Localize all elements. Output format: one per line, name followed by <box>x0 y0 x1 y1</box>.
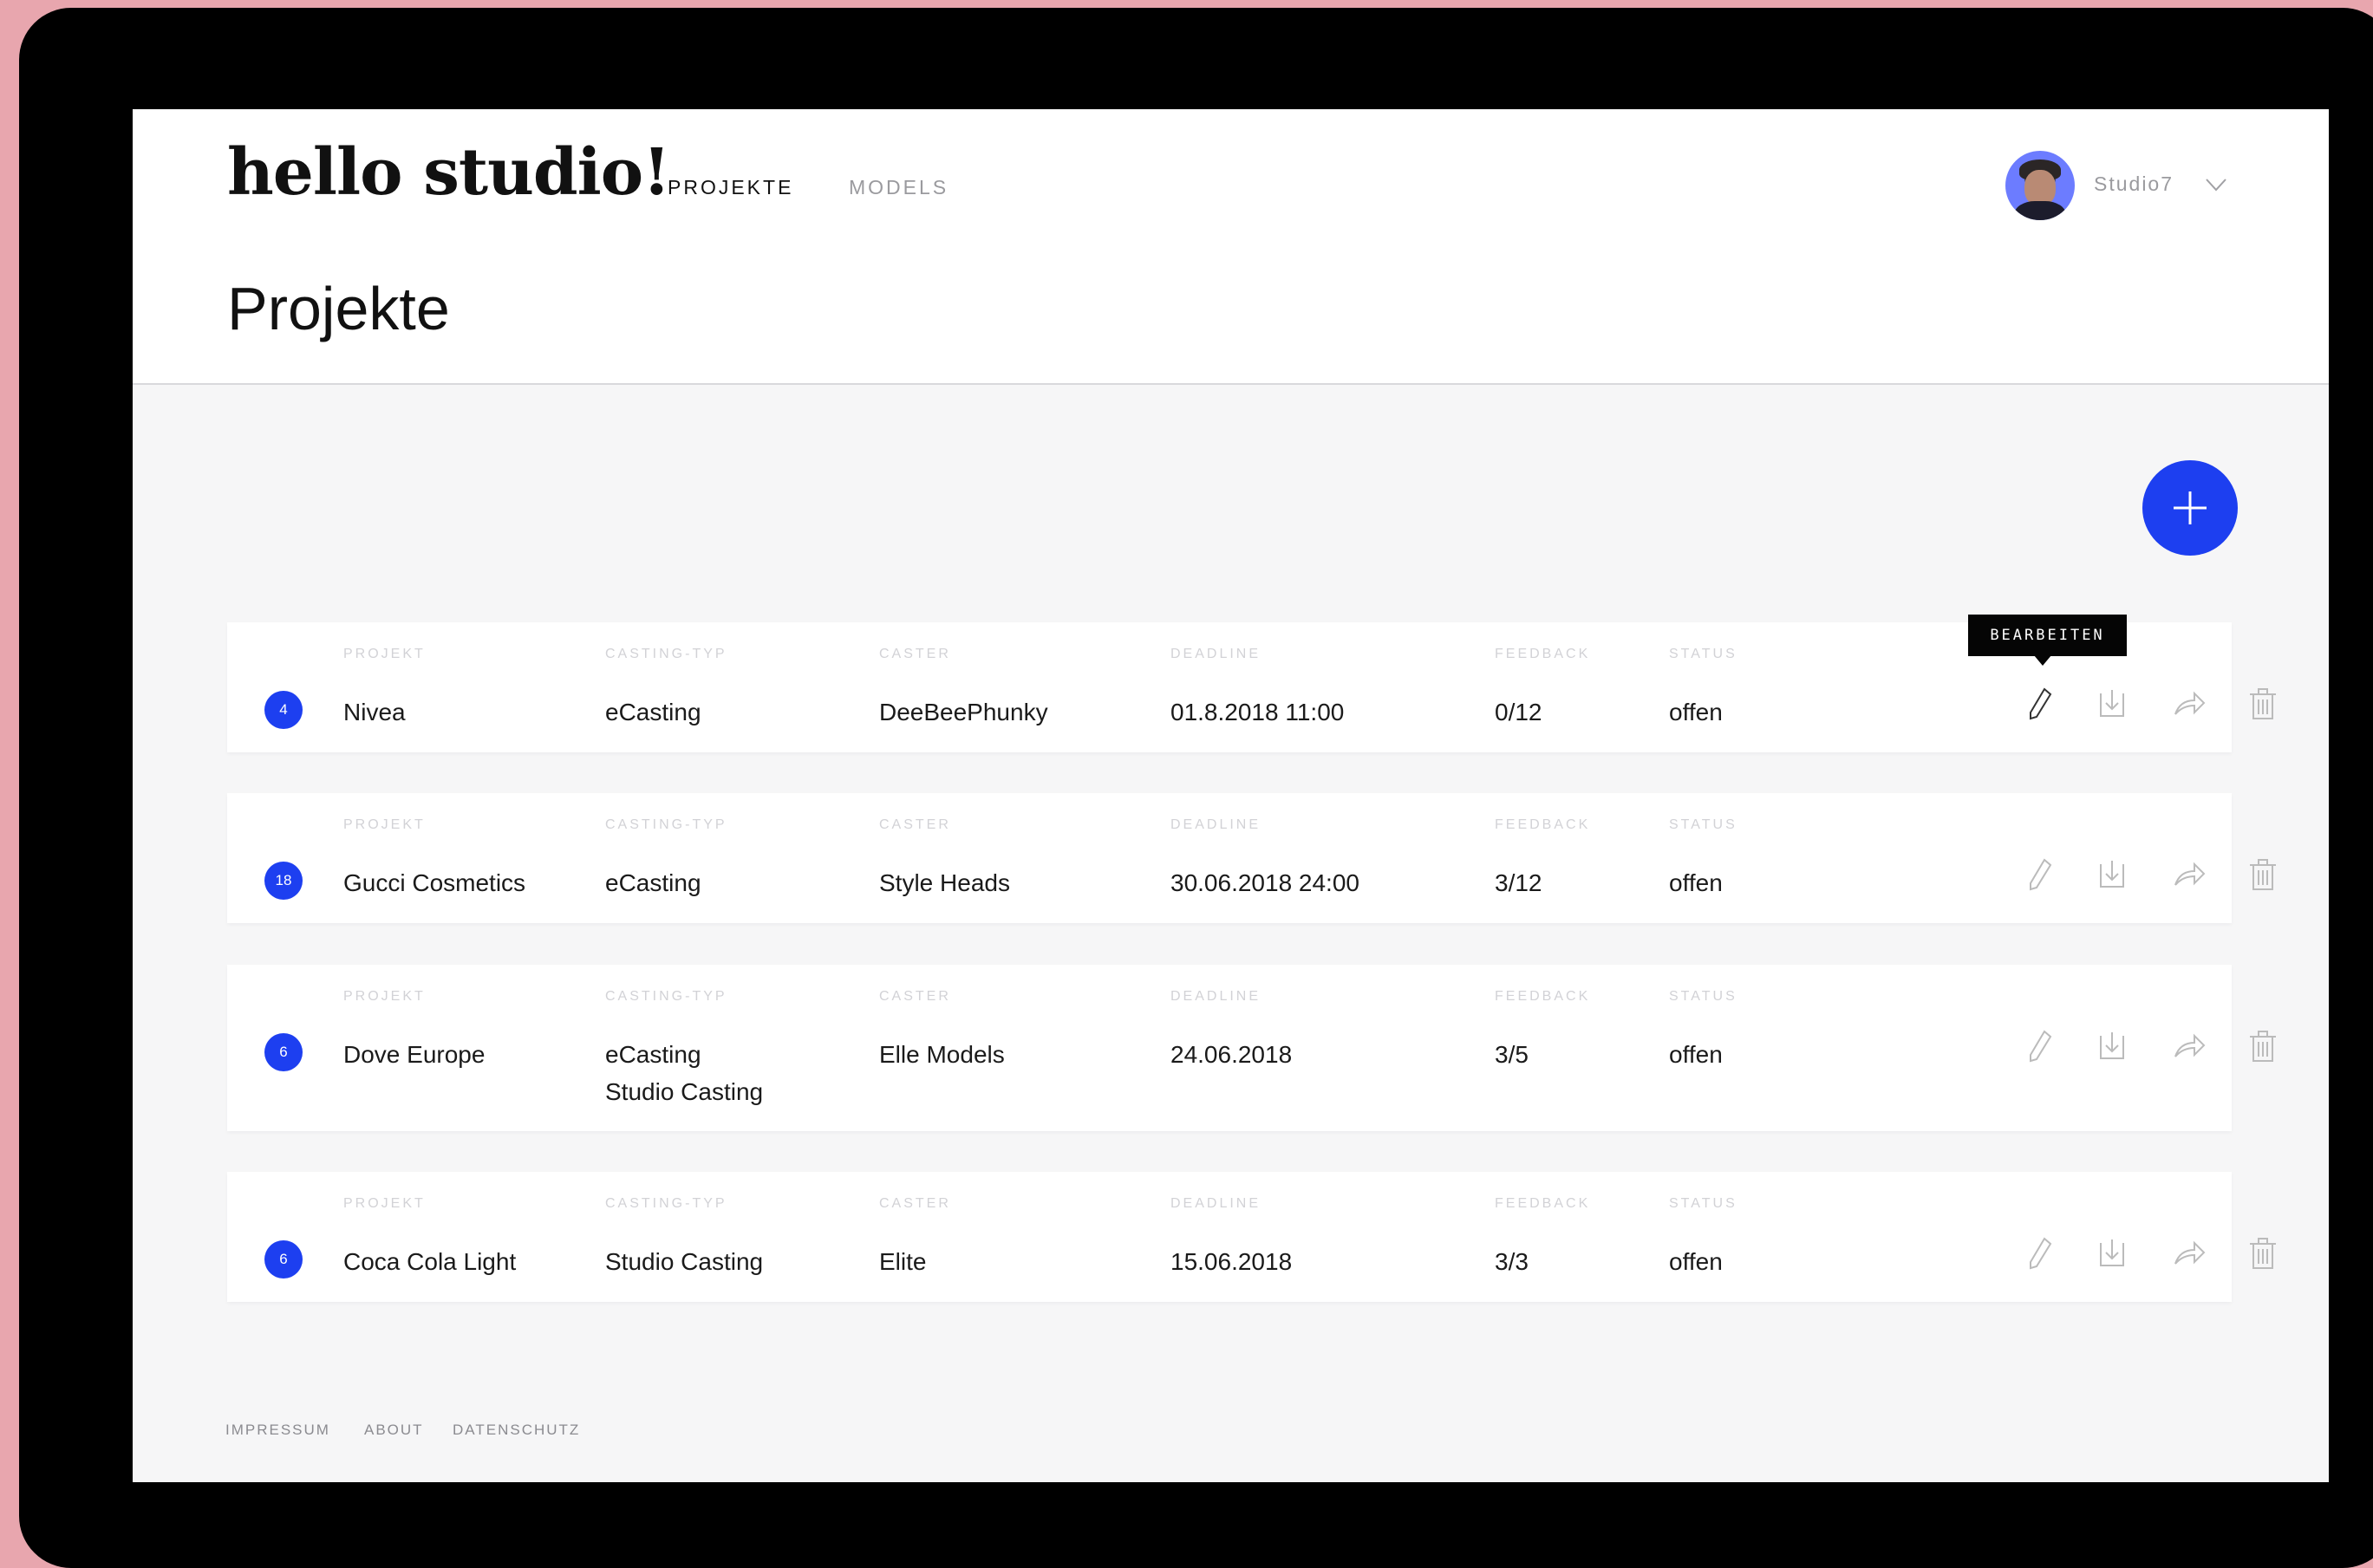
download-icon[interactable] <box>2093 856 2131 894</box>
column-label-deadline: DEADLINE <box>1170 647 1261 661</box>
share-icon[interactable] <box>2170 1027 2208 1065</box>
device-frame: hello studio! PROJEKTE MODELS Studio7 Pr… <box>19 8 2373 1568</box>
edit-icon[interactable] <box>2021 1027 2059 1065</box>
column-label-casting-typ: CASTING-TYP <box>605 1196 727 1211</box>
count-badge: 6 <box>264 1240 303 1278</box>
edit-icon[interactable] <box>2021 685 2059 723</box>
nav-projekte[interactable]: PROJEKTE <box>668 176 793 199</box>
edit-icon[interactable] <box>2021 856 2059 894</box>
count-badge: 6 <box>264 1033 303 1071</box>
share-icon[interactable] <box>2170 856 2208 894</box>
feedback: 3/3 <box>1495 1248 1529 1275</box>
column-label-casting-typ: CASTING-TYP <box>605 989 727 1004</box>
column-label-caster: CASTER <box>879 817 951 832</box>
share-icon[interactable] <box>2170 685 2208 723</box>
casting-type: eCasting <box>605 699 701 725</box>
project-name[interactable]: Gucci Cosmetics <box>343 864 525 901</box>
column-label-status: STATUS <box>1669 989 1737 1004</box>
column-label-feedback: FEEDBACK <box>1495 989 1591 1004</box>
feedback: 3/5 <box>1495 1041 1529 1068</box>
column-label-feedback: FEEDBACK <box>1495 1196 1591 1211</box>
app-screen: hello studio! PROJEKTE MODELS Studio7 Pr… <box>133 109 2329 1482</box>
project-name[interactable]: Coca Cola Light <box>343 1243 516 1280</box>
deadline: 24.06.2018 <box>1170 1041 1293 1068</box>
column-label-caster: CASTER <box>879 1196 951 1211</box>
caster: Style Heads <box>879 869 1010 896</box>
column-label-casting-typ: CASTING-TYP <box>605 647 727 661</box>
status: offen <box>1669 699 1723 725</box>
table-row[interactable]: 6 PROJEKT CASTING-TYP CASTER DEADLINE FE… <box>227 965 2276 1131</box>
casting-type-secondary: Studio Casting <box>605 1078 764 1105</box>
avatar[interactable] <box>2005 151 2075 220</box>
footer-link-about[interactable]: ABOUT <box>364 1422 424 1439</box>
status: offen <box>1669 1041 1723 1068</box>
column-label-projekt: PROJEKT <box>343 647 426 661</box>
column-label-caster: CASTER <box>879 647 951 661</box>
project-name[interactable]: Dove Europe <box>343 1036 485 1073</box>
deadline: 15.06.2018 <box>1170 1248 1293 1275</box>
edit-icon[interactable] <box>2021 1234 2059 1272</box>
trash-icon[interactable] <box>2244 1027 2282 1065</box>
deadline: 01.8.2018 11:00 <box>1170 699 1345 725</box>
casting-type: eCasting <box>605 1041 701 1068</box>
casting-type: Studio Casting <box>605 1248 764 1275</box>
table-row[interactable]: 4 PROJEKT CASTING-TYP CASTER DEADLINE FE… <box>227 622 2276 752</box>
count-badge: 18 <box>264 862 303 900</box>
add-project-button[interactable] <box>2142 460 2238 556</box>
caster: Elle Models <box>879 1041 1005 1068</box>
footer-link-datenschutz[interactable]: DATENSCHUTZ <box>453 1422 580 1439</box>
caster: Elite <box>879 1248 927 1275</box>
feedback: 0/12 <box>1495 699 1542 725</box>
status: offen <box>1669 869 1723 896</box>
table-row[interactable]: 18 PROJEKT CASTING-TYP CASTER DEADLINE F… <box>227 793 2276 923</box>
column-label-status: STATUS <box>1669 817 1737 832</box>
column-label-caster: CASTER <box>879 989 951 1004</box>
column-label-projekt: PROJEKT <box>343 1196 426 1211</box>
column-label-projekt: PROJEKT <box>343 989 426 1004</box>
column-label-projekt: PROJEKT <box>343 817 426 832</box>
count-badge: 4 <box>264 691 303 729</box>
app-logo[interactable]: hello studio! <box>227 135 671 210</box>
download-icon[interactable] <box>2093 685 2131 723</box>
deadline: 30.06.2018 24:00 <box>1170 869 1359 896</box>
table-row[interactable]: 6 PROJEKT CASTING-TYP CASTER DEADLINE FE… <box>227 1172 2276 1302</box>
nav-models[interactable]: MODELS <box>849 176 949 199</box>
project-name[interactable]: Nivea <box>343 693 406 731</box>
trash-icon[interactable] <box>2244 1234 2282 1272</box>
trash-icon[interactable] <box>2244 856 2282 894</box>
share-icon[interactable] <box>2170 1234 2208 1272</box>
download-icon[interactable] <box>2093 1234 2131 1272</box>
edit-tooltip: BEARBEITEN <box>1968 615 2127 656</box>
user-name[interactable]: Studio7 <box>2094 172 2174 196</box>
column-label-casting-typ: CASTING-TYP <box>605 817 727 832</box>
trash-icon[interactable] <box>2244 685 2282 723</box>
feedback: 3/12 <box>1495 869 1542 896</box>
column-label-deadline: DEADLINE <box>1170 1196 1261 1211</box>
column-label-feedback: FEEDBACK <box>1495 647 1591 661</box>
tooltip-arrow <box>2034 655 2051 666</box>
page-header: hello studio! PROJEKTE MODELS Studio7 Pr… <box>133 109 2329 385</box>
status: offen <box>1669 1248 1723 1275</box>
column-label-deadline: DEADLINE <box>1170 989 1261 1004</box>
column-label-feedback: FEEDBACK <box>1495 817 1591 832</box>
casting-type: eCasting <box>605 869 701 896</box>
page-title: Projekte <box>227 275 450 342</box>
column-label-status: STATUS <box>1669 1196 1737 1211</box>
caster: DeeBeePhunky <box>879 699 1048 725</box>
download-icon[interactable] <box>2093 1027 2131 1065</box>
footer-link-impressum[interactable]: IMPRESSUM <box>225 1422 330 1439</box>
plus-icon <box>2174 491 2207 524</box>
column-label-status: STATUS <box>1669 647 1737 661</box>
column-label-deadline: DEADLINE <box>1170 817 1261 832</box>
chevron-down-icon[interactable] <box>2203 172 2229 198</box>
